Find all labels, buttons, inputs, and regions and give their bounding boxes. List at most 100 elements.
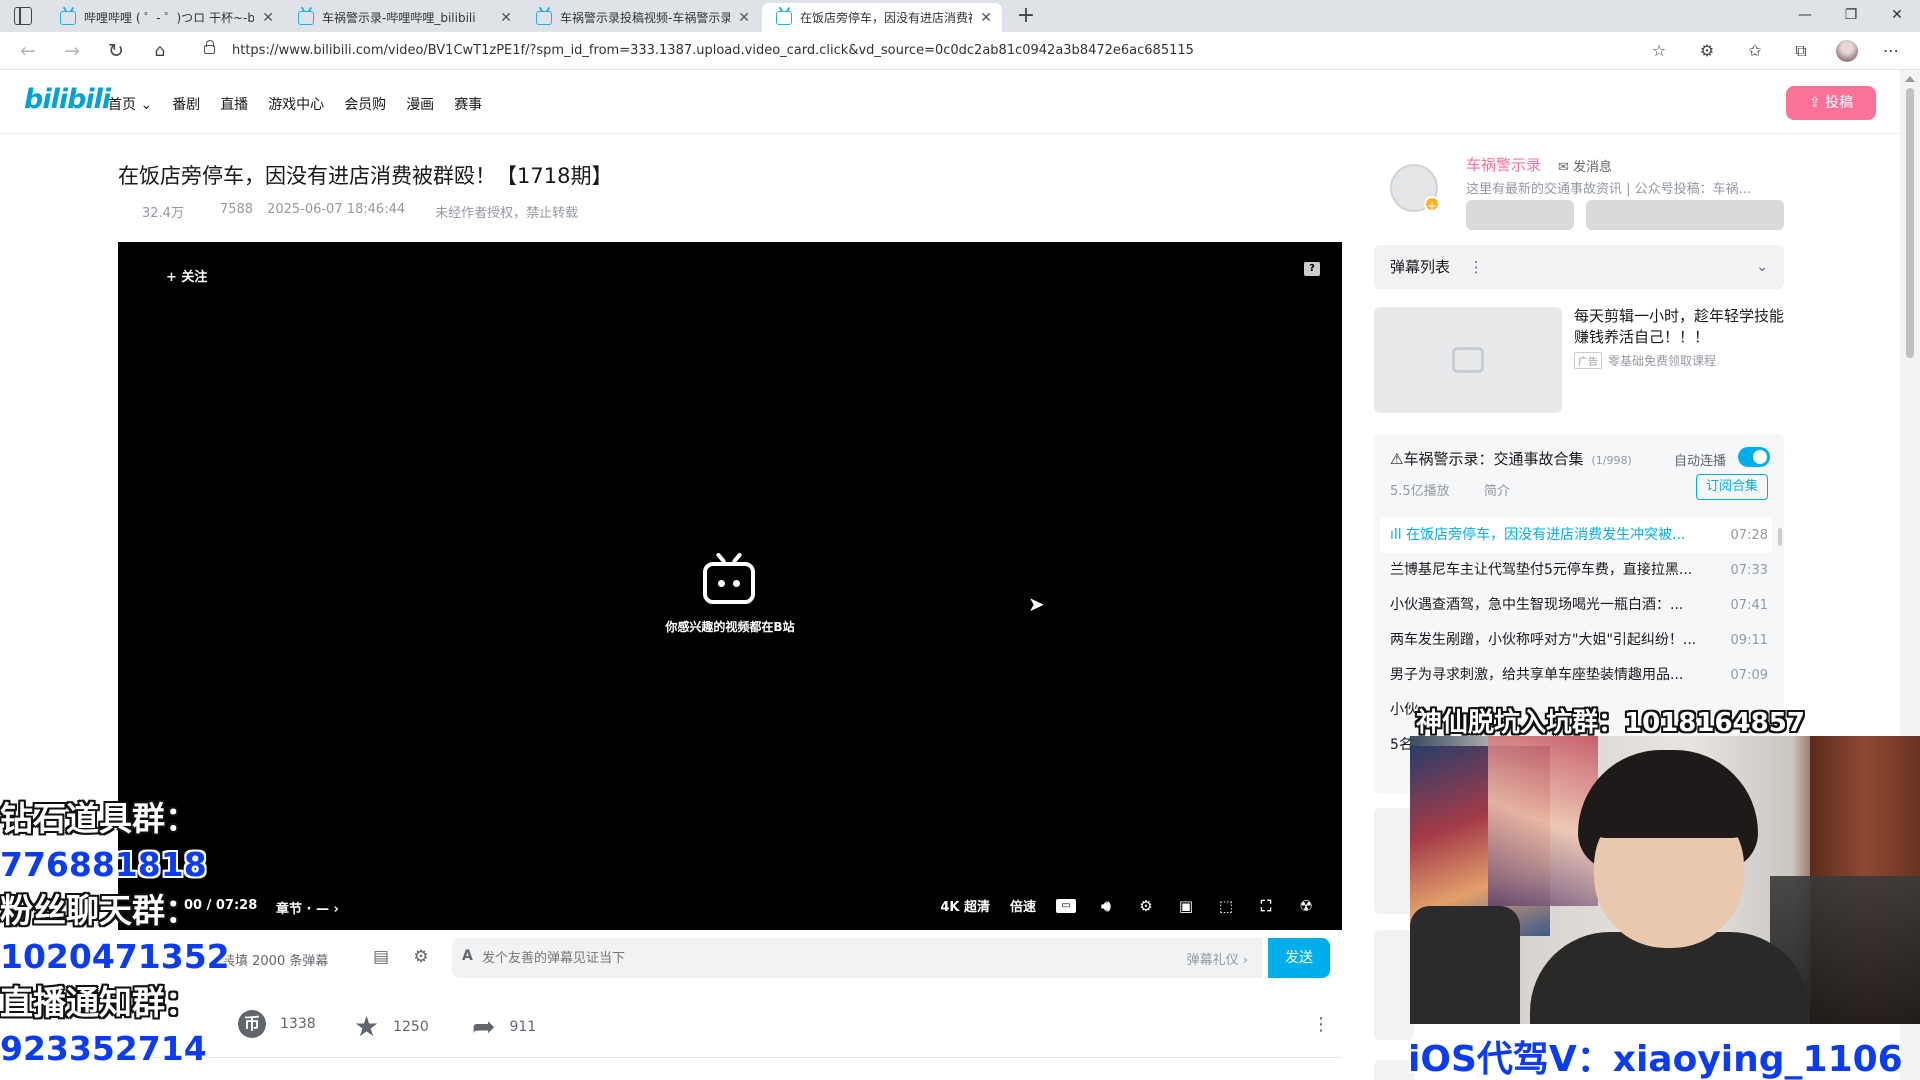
extensions-icon[interactable]: ⚙ [1696, 40, 1718, 62]
follow-button[interactable]: + 关注 [166, 266, 207, 285]
collection-title[interactable]: ⚠车祸警示录：交通事故合集 (1/998) [1390, 448, 1632, 469]
more-menu-icon[interactable]: ⋯ [1880, 40, 1902, 62]
reload-button[interactable]: ↻ [104, 39, 128, 63]
recommend-card[interactable] [1374, 930, 1414, 1040]
restore-button[interactable]: ❐ [1828, 0, 1874, 30]
ad-title[interactable]: 每天剪辑一小时，趁年轻学技能赚钱养活自己！！！ [1574, 306, 1784, 348]
collections-icon[interactable]: ⧉ [1790, 40, 1812, 62]
ad-thumbnail[interactable] [1374, 307, 1562, 413]
list-item[interactable]: 男子为寻求刺激，给共享单车座垫装情趣用品... 07:09 [1380, 658, 1772, 693]
close-icon[interactable]: ✕ [738, 10, 750, 26]
scroll-up-icon[interactable] [1905, 76, 1915, 82]
danmaku-count: 7588 [219, 202, 254, 217]
speed-button[interactable]: 倍速 [1010, 896, 1036, 915]
danmaku-style-icon[interactable]: A [462, 948, 473, 964]
new-tab-button[interactable]: + [1012, 3, 1040, 29]
main-nav: 首页 ⌄ 番剧 直播 游戏中心 会员购 漫画 赛事 [108, 94, 482, 114]
share-button[interactable]: ➦ 911 [472, 1010, 536, 1043]
danmaku-toggle-icon[interactable]: ▤ [370, 946, 392, 968]
nav-mall[interactable]: 会员购 [344, 94, 386, 114]
plus-icon: + [1424, 196, 1440, 213]
favorites-icon[interactable]: ✩ [1744, 40, 1766, 62]
nav-manga[interactable]: 漫画 [406, 94, 434, 114]
address-bar[interactable]: https://www.bilibili.com/video/BV1CwT1zP… [190, 37, 1650, 65]
fullscreen-icon[interactable]: ☢︎ [1296, 897, 1316, 915]
overlay-line: 923352714 [0, 1029, 207, 1068]
scroll-thumb[interactable] [1906, 88, 1914, 358]
recommend-card[interactable] [1374, 808, 1414, 914]
list-item[interactable]: 小伙遇查酒驾，急中生智现场喝光一瓶白酒：... 07:41 [1380, 588, 1772, 623]
coin-icon: 币 [238, 1010, 266, 1038]
danmaku-etiquette-link[interactable]: 弹幕礼仪 › [1187, 949, 1248, 968]
volume-icon[interactable]: 🔊︎ [1096, 897, 1116, 915]
coin-button[interactable]: 币 1338 [238, 1010, 316, 1038]
list-item[interactable]: 兰博基尼车主让代驾垫付5元停车费，直接拉黑... 07:33 [1380, 553, 1772, 588]
streamer-fringe [1586, 766, 1752, 838]
chapter-button[interactable]: 章节 · — › [276, 898, 339, 917]
list-item[interactable]: 两车发生剐蹭，小伙称呼对方"大姐"引起纠纷！... 09:11 [1380, 623, 1772, 658]
forward-button[interactable]: → [60, 39, 84, 63]
kebab-icon[interactable]: ⋮ [1469, 258, 1484, 276]
overlay-line: 1020471352 [0, 937, 230, 976]
quality-button[interactable]: 4K 超清 [940, 896, 990, 915]
danmaku-settings-icon[interactable]: ⚙ [410, 946, 432, 968]
video-title: 在饭店旁停车，因没有进店消费被群殴！【1718期】 [118, 164, 613, 188]
browser-tab-4[interactable]: 在饭店旁停车，因没有进店消费被群殴 ✕ [762, 3, 1002, 32]
back-button[interactable]: ← [16, 39, 40, 63]
subtitle-icon[interactable]: ▭ [1056, 898, 1076, 913]
overlay-fan-group: 神仙脱坑入坑群：1018164857 [1416, 708, 1805, 738]
danmaku-loaded-text: 装填 2000 条弹幕 [222, 954, 329, 969]
danmaku-input[interactable] [482, 946, 1082, 970]
item-duration: 09:11 [1730, 633, 1768, 648]
overlay-ad-text: iOS代驾V：xiaoying_1106 [1408, 1039, 1903, 1080]
tab-actions-icon[interactable] [14, 7, 32, 25]
autoplay-toggle[interactable] [1738, 447, 1770, 467]
collection-intro-link[interactable]: 简介 [1484, 480, 1510, 499]
nav-game-center[interactable]: 游戏中心 [268, 94, 324, 114]
close-icon[interactable]: ✕ [262, 10, 274, 26]
danmaku-list-toggle[interactable]: 弹幕列表 ⋮ ⌄ [1374, 245, 1784, 289]
collection-plays: 5.5亿播放 [1390, 484, 1450, 499]
upload-button[interactable]: ⇪ 投稿 [1786, 86, 1876, 120]
browser-tab-3[interactable]: 车祸警示录投稿视频-车祸警示录 ✕ [522, 3, 760, 32]
nav-esports[interactable]: 赛事 [454, 94, 482, 114]
nav-home[interactable]: 首页 ⌄ [108, 94, 152, 114]
favorite-button[interactable]: ★ 1250 [354, 1010, 429, 1043]
charge-button[interactable] [1466, 200, 1574, 230]
video-meta: 32.4万 7588 2025-06-07 18:46:44 未经作者授权，禁止… [118, 202, 592, 221]
coin-count: 1338 [280, 1016, 316, 1032]
widescreen-icon[interactable]: ⬚ [1216, 897, 1236, 915]
send-message-link[interactable]: ✉ 发消息 [1558, 156, 1612, 175]
uploader-name[interactable]: 车祸警示录 [1466, 154, 1541, 175]
collection-count: (1/998) [1591, 454, 1632, 467]
star-icon: ★ [354, 1010, 380, 1043]
favorite-star-icon[interactable]: ☆ [1648, 40, 1670, 62]
more-options-icon[interactable]: ⋮ [1312, 1014, 1330, 1035]
url-text: https://www.bilibili.com/video/BV1CwT1zP… [232, 43, 1194, 58]
close-window-button[interactable]: ✕ [1874, 0, 1920, 30]
uploader-avatar[interactable]: + [1390, 164, 1440, 213]
send-danmaku-button[interactable]: 发送 [1268, 938, 1330, 978]
playing-icon: ıll [1390, 527, 1407, 543]
minimize-button[interactable]: — [1782, 0, 1828, 30]
bilibili-logo[interactable]: bilibili [24, 84, 111, 115]
feedback-icon[interactable]: ? [1304, 262, 1320, 276]
settings-gear-icon[interactable]: ⚙ [1136, 897, 1156, 915]
subscribe-collection-button[interactable]: 订阅合集 [1696, 474, 1768, 500]
nav-bangumi[interactable]: 番剧 [172, 94, 200, 114]
home-button[interactable]: ⌂ [148, 39, 172, 63]
list-item[interactable]: ıll 在饭店旁停车，因没有进店消费发生冲突被... 07:28 [1380, 518, 1772, 553]
browser-tab-1[interactable]: 哔哩哔哩 ( ゜- ゜)つロ 干杯~-bilibili ✕ [46, 3, 284, 32]
close-icon[interactable]: ✕ [500, 10, 512, 26]
tab-title: 哔哩哔哩 ( ゜- ゜)つロ 干杯~-bilibili [84, 11, 255, 25]
video-player[interactable]: + 关注 ? 你感兴趣的视频都在B站 ➤ 00 / 07:28 章节 · — ›… [118, 242, 1342, 930]
profile-avatar-icon[interactable] [1836, 40, 1858, 62]
tab-title: 车祸警示录-哔哩哔哩_bilibili [322, 11, 476, 25]
pip-icon[interactable]: ▣ [1176, 897, 1196, 915]
collection-scrollbar[interactable] [1778, 528, 1782, 546]
browser-tab-2[interactable]: 车祸警示录-哔哩哔哩_bilibili ✕ [284, 3, 522, 32]
web-fullscreen-icon[interactable]: ⛶ [1256, 897, 1276, 915]
follow-uploader-button[interactable] [1586, 200, 1784, 230]
close-icon[interactable]: ✕ [980, 10, 992, 26]
nav-live[interactable]: 直播 [220, 94, 248, 114]
